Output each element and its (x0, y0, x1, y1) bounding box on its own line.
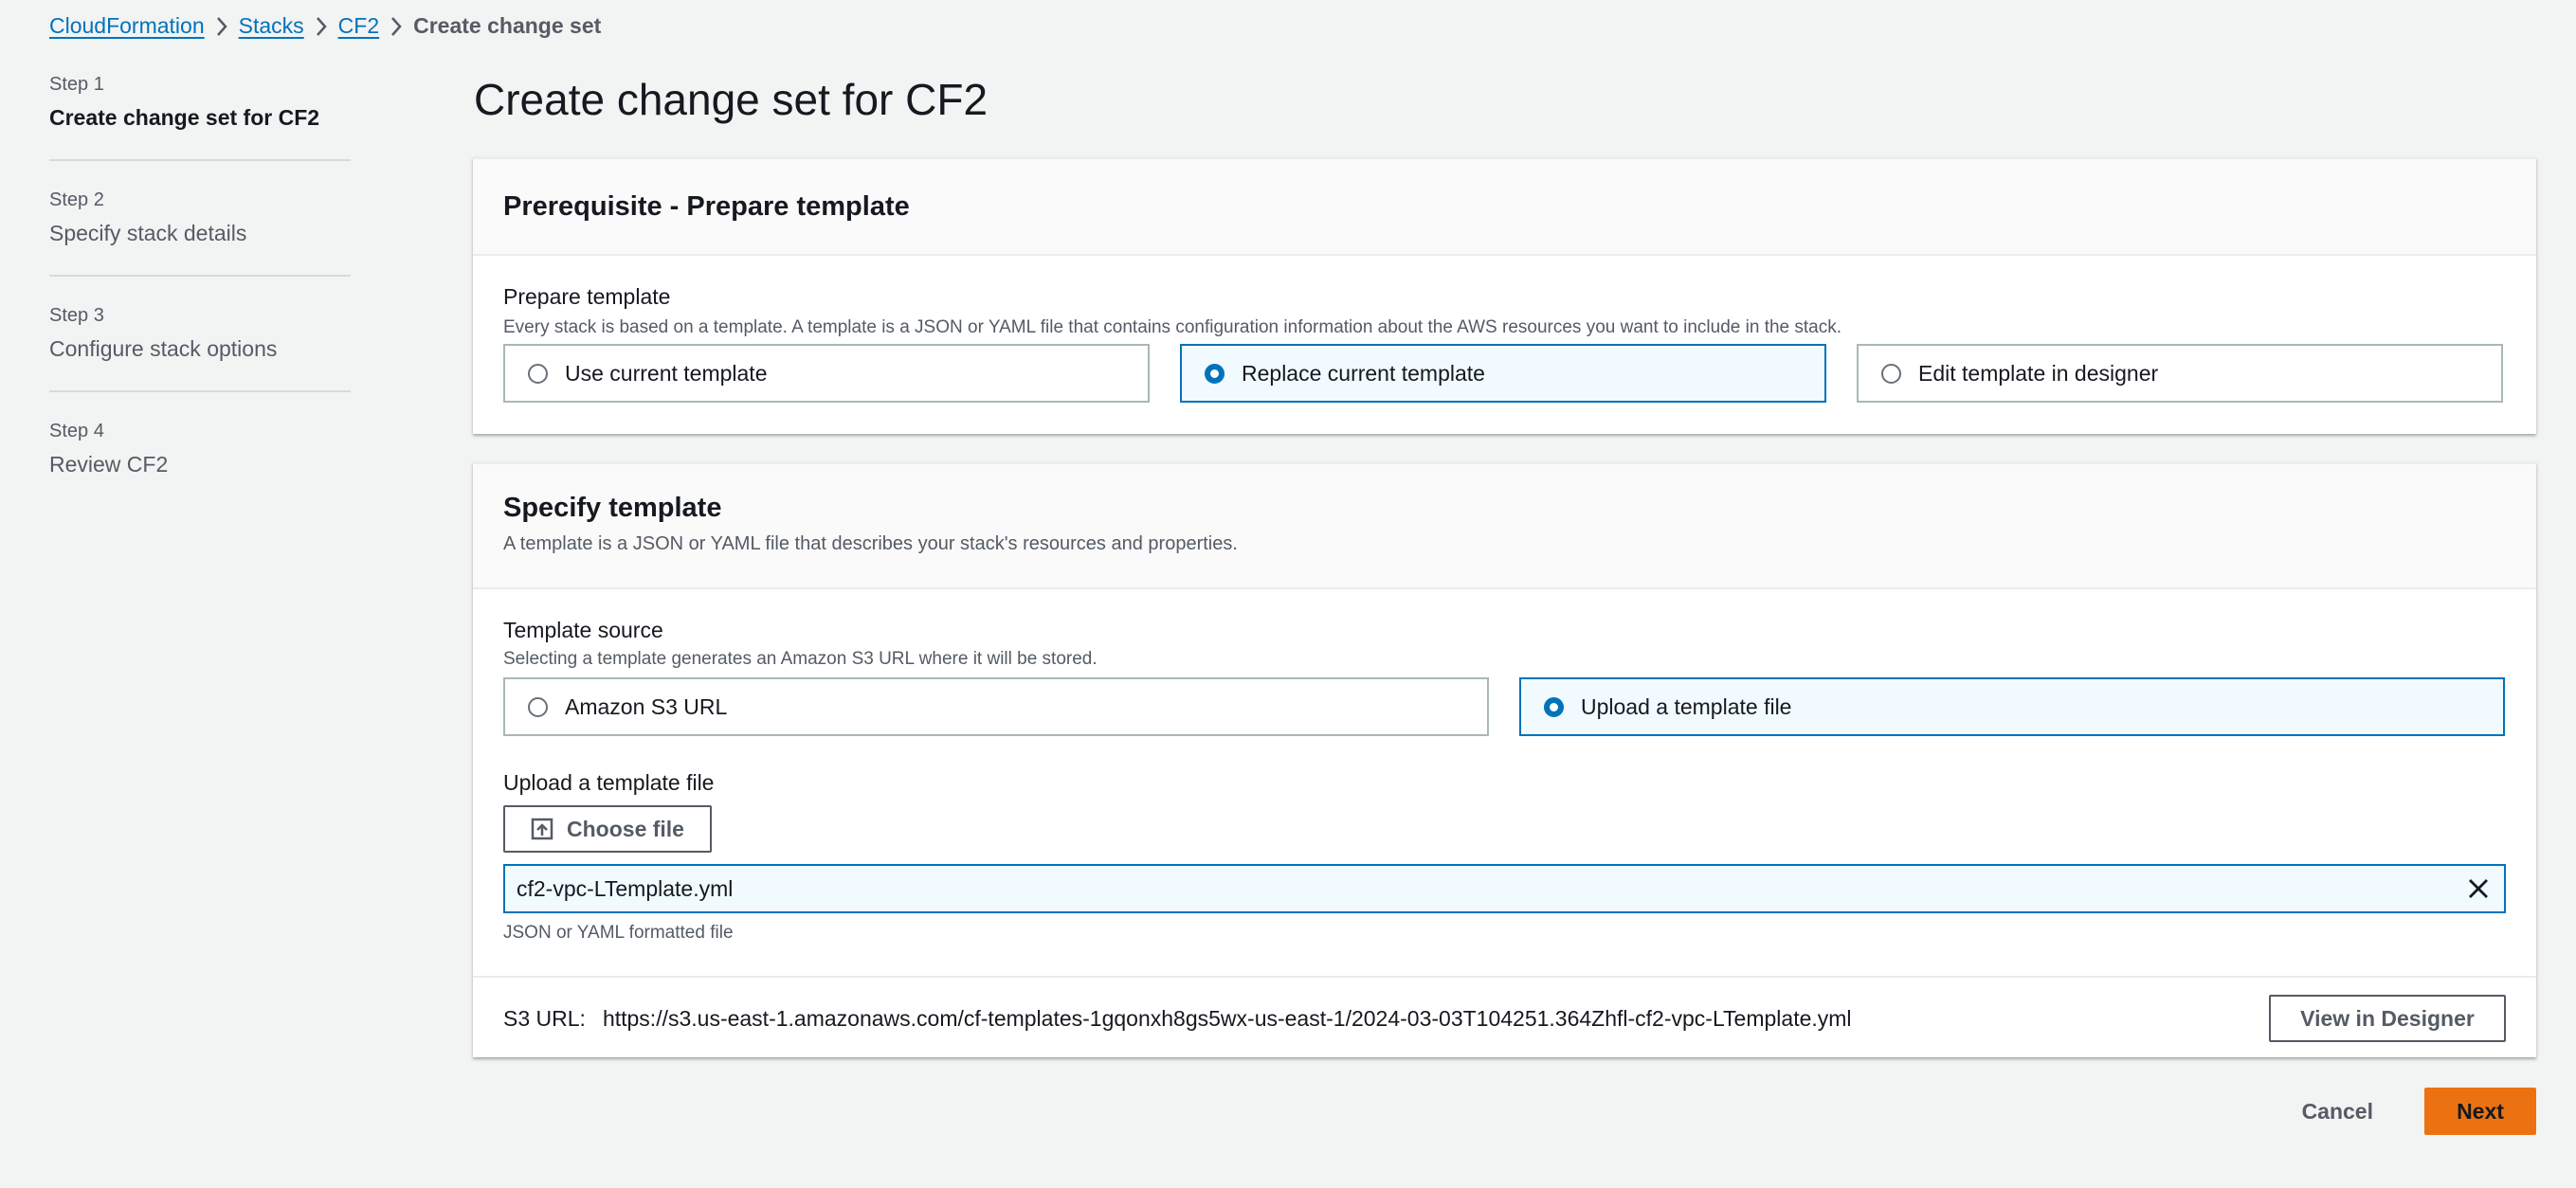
wizard-steps: Step 1 Create change set for CF2 Step 2 … (49, 74, 351, 534)
step-number: Step 2 (49, 189, 104, 210)
panel-description: A template is a JSON or YAML file that d… (503, 533, 1238, 554)
step-4: Step 4 Review CF2 (49, 421, 351, 506)
choose-file-button[interactable]: Choose file (503, 805, 712, 853)
panel-header: Prerequisite - Prepare template (473, 159, 2536, 256)
s3-url-label: S3 URL: (503, 1005, 586, 1031)
panel-body: Template source Selecting a template gen… (473, 589, 2536, 944)
s3-url-row: S3 URL: https://s3.us-east-1.amazonaws.c… (473, 976, 2536, 1059)
radio-unselected-icon[interactable] (1881, 363, 1901, 384)
panel-header: Specify template A template is a JSON or… (473, 464, 2536, 589)
prepare-template-options: Use current template Replace current tem… (503, 344, 2506, 403)
next-button[interactable]: Next (2424, 1088, 2536, 1135)
chevron-right-icon (379, 15, 413, 38)
close-icon[interactable] (2464, 874, 2493, 903)
page-title: Create change set for CF2 (474, 75, 989, 124)
choose-file-label: Choose file (567, 816, 684, 841)
option-label: Upload a template file (1581, 693, 1792, 719)
use-current-template-option[interactable]: Use current template (503, 344, 1150, 403)
step-title: Specify stack details (49, 221, 247, 245)
template-source-options: Amazon S3 URL Upload a template file (503, 677, 2506, 736)
selected-file-token: cf2-vpc-LTemplate.yml (503, 864, 2506, 913)
upload-icon (531, 818, 553, 840)
option-label: Use current template (565, 360, 768, 386)
step-1: Step 1 Create change set for CF2 (49, 74, 351, 161)
file-name: cf2-vpc-LTemplate.yml (517, 875, 734, 901)
panel-heading: Specify template (503, 493, 722, 523)
replace-current-template-option[interactable]: Replace current template (1180, 344, 1826, 403)
step-title: Review CF2 (49, 452, 169, 477)
chevron-right-icon (304, 15, 338, 38)
chevron-right-icon (205, 15, 239, 38)
option-label: Edit template in designer (1918, 360, 2159, 386)
view-in-designer-button[interactable]: View in Designer (2269, 995, 2506, 1042)
step-number: Step 4 (49, 421, 104, 441)
edit-template-in-designer-option[interactable]: Edit template in designer (1857, 344, 2503, 403)
step-number: Step 1 (49, 74, 104, 95)
radio-selected-icon[interactable] (1544, 696, 1564, 717)
step-title: Configure stack options (49, 336, 278, 361)
radio-unselected-icon[interactable] (528, 696, 548, 717)
cancel-button[interactable]: Cancel (2277, 1088, 2398, 1135)
template-source-description: Selecting a template generates an Amazon… (503, 649, 1098, 669)
breadcrumb-cf2-link[interactable]: CF2 (338, 13, 379, 39)
specify-template-panel: Specify template A template is a JSON or… (473, 462, 2536, 1057)
panel-body: Prepare template Every stack is based on… (473, 256, 2536, 403)
step-2: Step 2 Specify stack details (49, 189, 351, 277)
step-3: Step 3 Configure stack options (49, 305, 351, 392)
s3-url-display: S3 URL: https://s3.us-east-1.amazonaws.c… (503, 1006, 1852, 1032)
radio-selected-icon[interactable] (1205, 363, 1225, 384)
breadcrumb: CloudFormation Stacks CF2 Create change … (49, 13, 601, 39)
file-hint: JSON or YAML formatted file (503, 923, 734, 943)
form-actions: Cancel Next (2277, 1088, 2536, 1135)
prerequisite-panel: Prerequisite - Prepare template Prepare … (473, 157, 2536, 434)
breadcrumb-current: Create change set (413, 13, 602, 38)
step-title: Create change set for CF2 (49, 105, 320, 130)
panel-heading: Prerequisite - Prepare template (503, 190, 910, 222)
radio-unselected-icon[interactable] (528, 363, 548, 384)
option-label: Replace current template (1242, 360, 1485, 386)
upload-label: Upload a template file (503, 770, 715, 795)
template-source-label: Template source (503, 618, 663, 642)
breadcrumb-stacks-link[interactable]: Stacks (239, 13, 304, 39)
step-number: Step 3 (49, 305, 104, 326)
field-label: Prepare template (503, 284, 671, 309)
s3-url-value: https://s3.us-east-1.amazonaws.com/cf-te… (602, 1005, 1852, 1031)
upload-template-file-option[interactable]: Upload a template file (1519, 677, 2505, 736)
breadcrumb-cloudformation-link[interactable]: CloudFormation (49, 13, 205, 39)
option-label: Amazon S3 URL (565, 693, 728, 719)
amazon-s3-url-option[interactable]: Amazon S3 URL (503, 677, 1489, 736)
field-description: Every stack is based on a template. A te… (503, 317, 1842, 337)
